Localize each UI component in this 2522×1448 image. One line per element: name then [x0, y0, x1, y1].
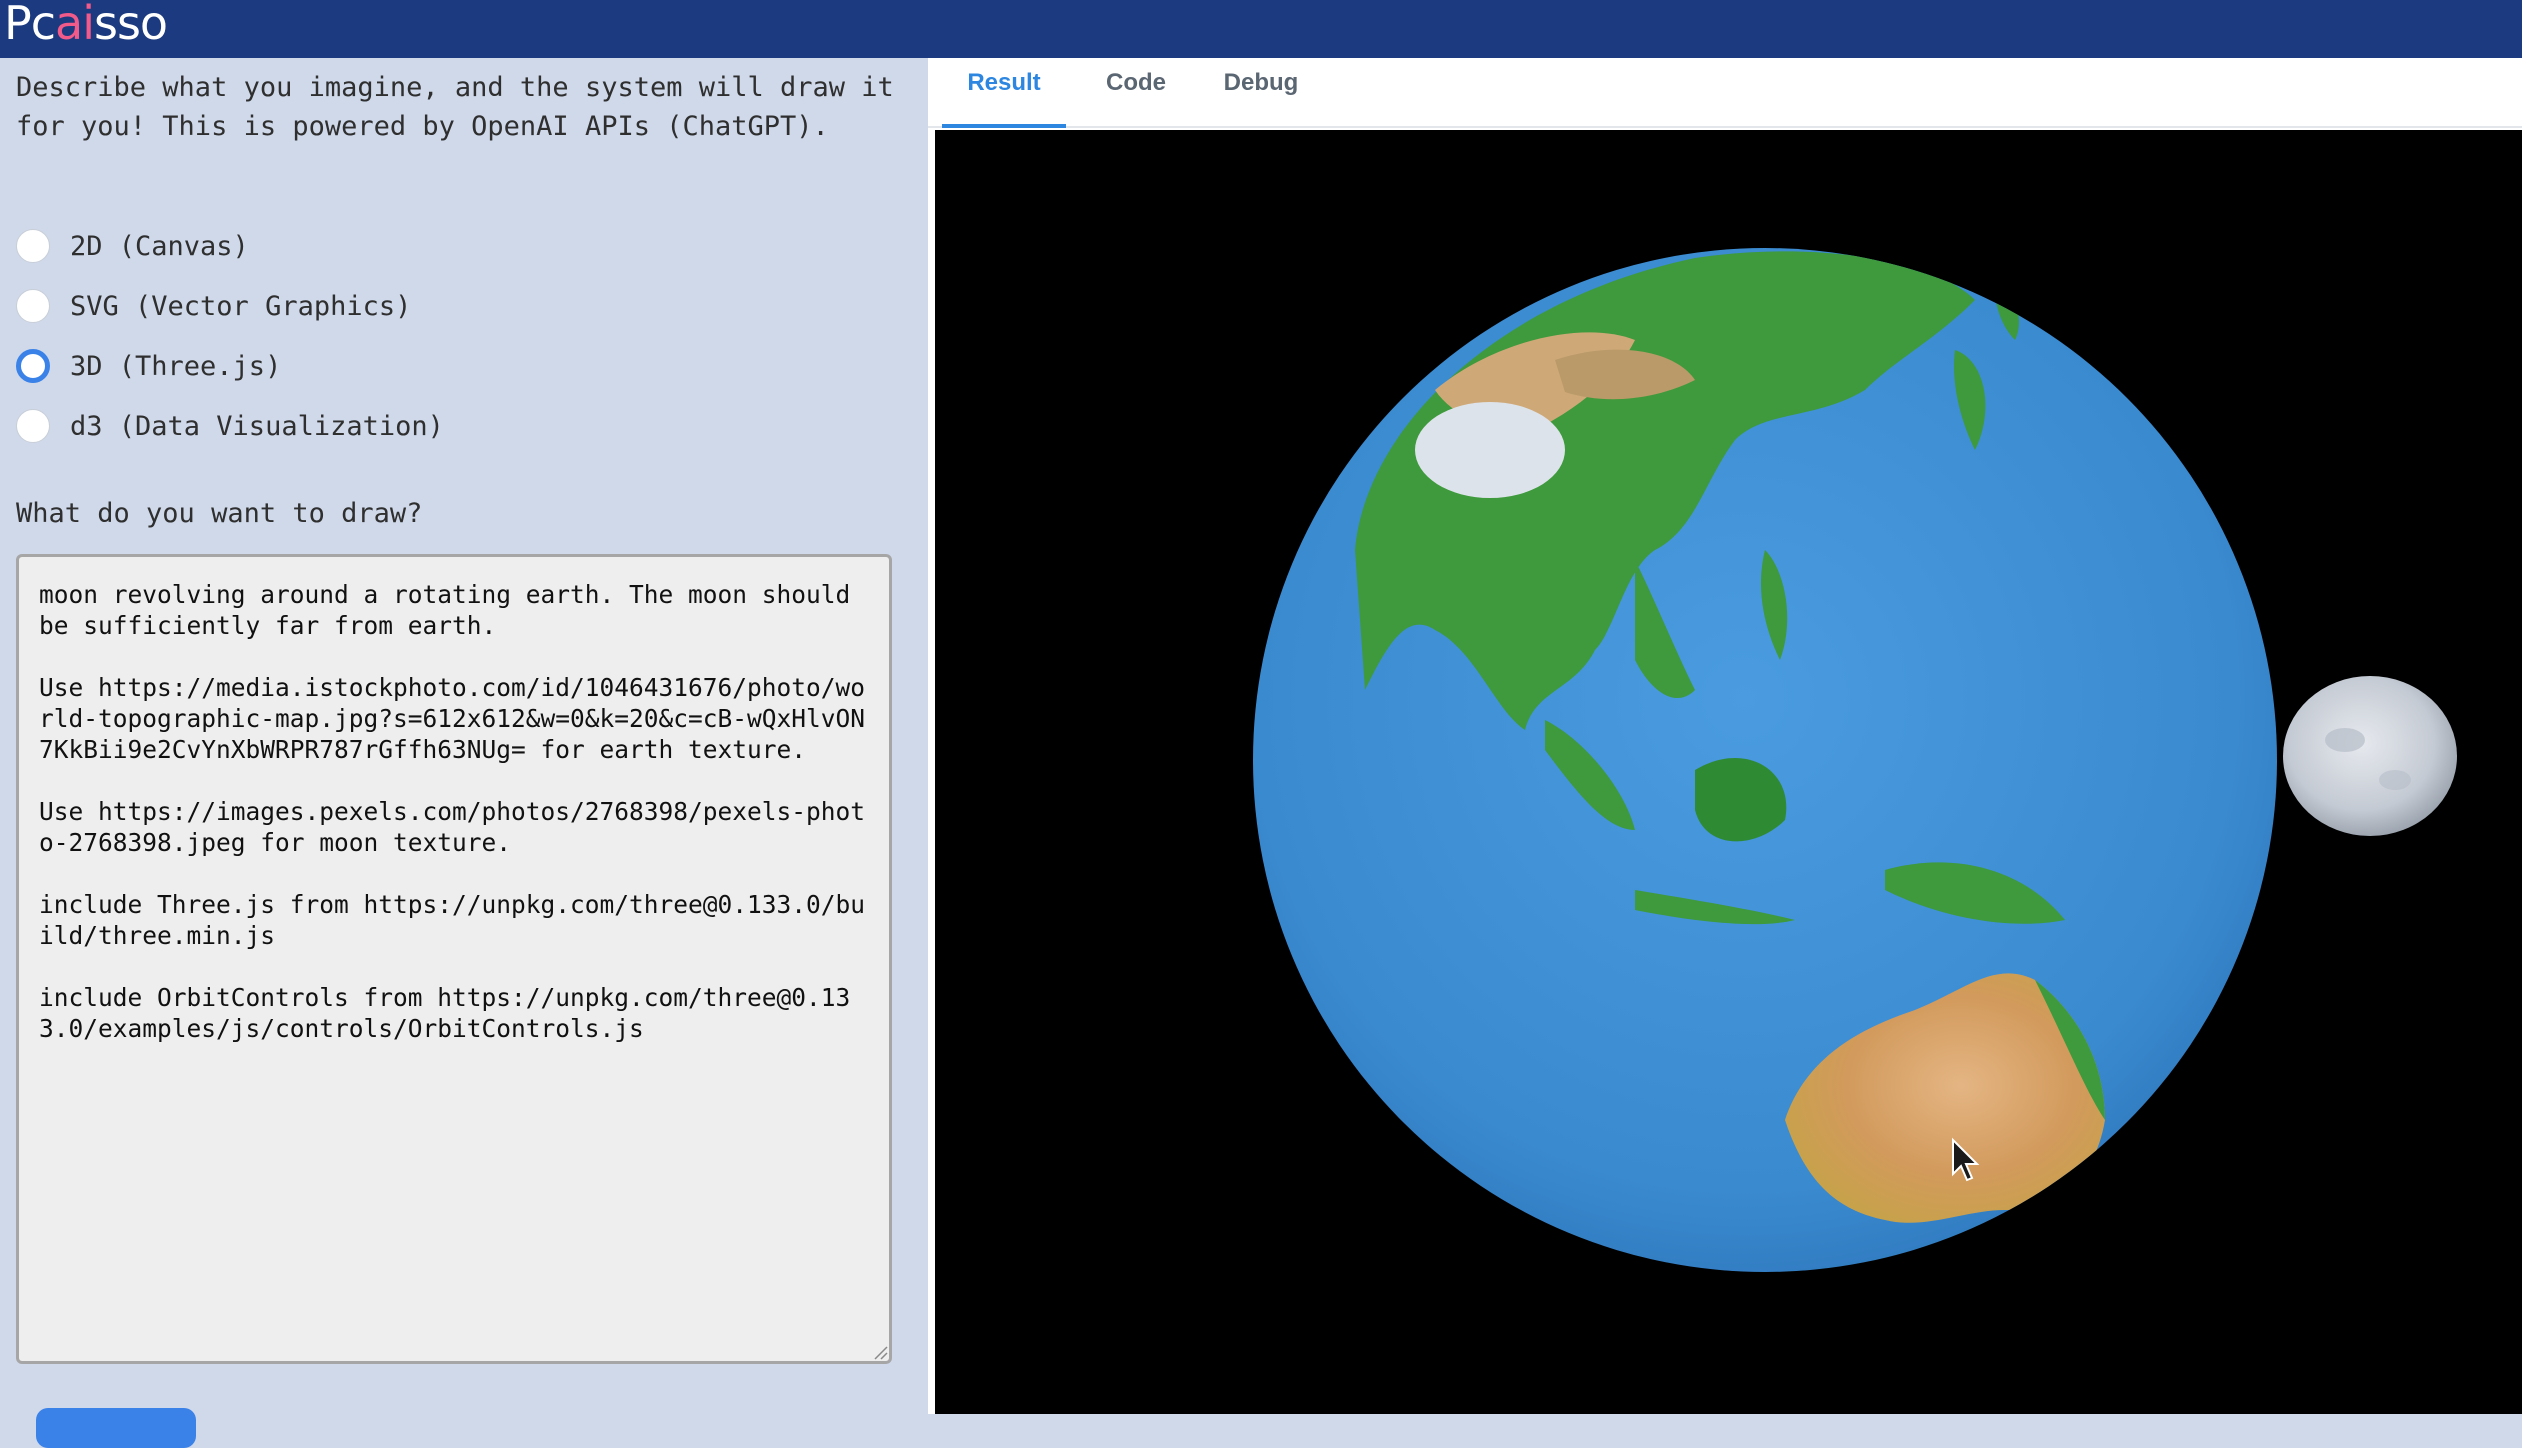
- mode-radio-svg[interactable]: [16, 289, 50, 323]
- output-panel: Result Code Debug: [928, 58, 2522, 1414]
- mode-radio-d3[interactable]: [16, 409, 50, 443]
- mode-option-svg[interactable]: SVG (Vector Graphics): [16, 286, 411, 326]
- mode-option-2d-canvas[interactable]: 2D (Canvas): [16, 226, 249, 266]
- prompt-question-label: What do you want to draw?: [16, 498, 423, 529]
- app-header: Pcaisso: [0, 0, 2522, 58]
- mode-label: 2D (Canvas): [70, 230, 249, 262]
- prompt-panel: Describe what you imagine, and the syste…: [0, 58, 928, 1448]
- draw-button[interactable]: [36, 1408, 196, 1448]
- intro-text: Describe what you imagine, and the syste…: [16, 72, 894, 142]
- mode-label: SVG (Vector Graphics): [70, 290, 412, 322]
- mode-radio-3d-threejs[interactable]: [16, 349, 50, 383]
- logo-accent: ai: [55, 0, 95, 50]
- logo-prefix: Pc: [4, 0, 56, 50]
- mode-label: d3 (Data Visualization): [70, 410, 444, 442]
- mode-option-d3[interactable]: d3 (Data Visualization): [16, 406, 444, 446]
- mode-label: 3D (Three.js): [70, 350, 282, 382]
- mode-radio-2d-canvas[interactable]: [16, 229, 50, 263]
- app-logo[interactable]: Pcaisso: [4, 0, 168, 52]
- resize-grip-icon[interactable]: [872, 1344, 888, 1360]
- earth-globe[interactable]: [1253, 248, 2277, 1272]
- render-canvas[interactable]: [935, 130, 2522, 1414]
- moon[interactable]: [2283, 676, 2457, 836]
- mode-option-3d-threejs[interactable]: 3D (Three.js): [16, 346, 281, 386]
- tab-code[interactable]: Code: [1088, 58, 1184, 128]
- output-tabs: Result Code Debug: [928, 58, 2522, 128]
- prompt-textarea[interactable]: moon revolving around a rotating earth. …: [16, 554, 892, 1364]
- logo-suffix: sso: [94, 0, 168, 50]
- scene: [1253, 248, 2457, 1272]
- tab-result[interactable]: Result: [942, 58, 1066, 128]
- tab-debug[interactable]: Debug: [1206, 58, 1316, 128]
